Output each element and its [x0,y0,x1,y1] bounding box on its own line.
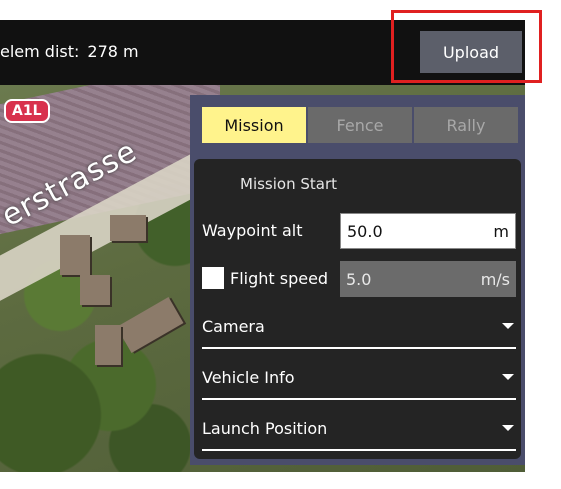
flight-speed-input[interactable]: 5.0 m/s [340,261,516,297]
tab-fence[interactable]: Fence [308,107,412,143]
building [110,215,146,241]
tab-mission[interactable]: Mission [202,107,306,143]
launch-position-section-toggle[interactable]: Launch Position [202,405,516,451]
flight-speed-label: Flight speed [230,269,329,288]
telemetry-distance: elem dist: 278 m [0,42,139,61]
chevron-down-icon [502,374,514,380]
waypoint-alt-row: Waypoint alt 50.0 m [202,211,516,251]
flight-speed-row: Flight speed 5.0 m/s [202,259,516,299]
chevron-down-icon [502,425,514,431]
waypoint-alt-value: 50.0 [347,221,383,241]
waypoint-alt-unit: m [493,221,509,241]
tab-rally[interactable]: Rally [414,107,518,143]
camera-section-label: Camera [202,317,265,336]
flight-speed-unit: m/s [480,269,510,289]
highlight-box [391,10,542,83]
route-badge: A1L [4,99,50,123]
building [95,325,121,365]
plan-tabs: Mission Fence Rally [202,107,518,143]
waypoint-alt-input[interactable]: 50.0 m [340,213,516,249]
building [80,275,110,305]
mission-panel: Mission Fence Rally Mission Start Waypoi… [190,95,525,465]
vehicle-info-section-toggle[interactable]: Vehicle Info [202,354,516,400]
launch-position-section-label: Launch Position [202,419,328,438]
vehicle-info-section-label: Vehicle Info [202,368,295,387]
camera-section-toggle[interactable]: Camera [202,303,516,349]
flight-speed-checkbox[interactable] [202,267,224,289]
building [116,297,184,353]
waypoint-alt-label: Waypoint alt [202,221,303,240]
building [60,235,90,275]
telemetry-distance-label: elem dist: [0,42,80,61]
flight-speed-value: 5.0 [346,269,372,289]
mission-start-section: Mission Start Waypoint alt 50.0 m Flight… [194,159,521,459]
telemetry-distance-value: 278 m [87,42,139,61]
chevron-down-icon [502,323,514,329]
mission-start-title[interactable]: Mission Start [240,175,337,193]
